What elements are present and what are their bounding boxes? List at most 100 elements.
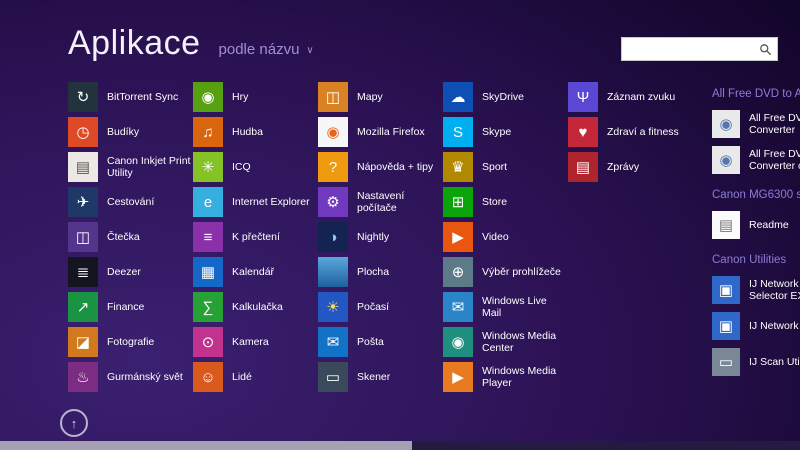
nastaveni-pocitace-icon: ⚙ [318, 187, 348, 217]
posta-icon: ✉ [318, 327, 348, 357]
right-panel: All Free DVD to AVI Converter◉All Free D… [712, 88, 800, 391]
app-item-pocasi[interactable]: ☀Počasí [318, 292, 443, 322]
mozilla-firefox-icon: ◉ [318, 117, 348, 147]
search-icon[interactable] [759, 43, 772, 56]
plocha-icon [318, 257, 348, 287]
app-label: All Free DVD to AVI Converter on the Web [749, 148, 800, 172]
app-item-windows-media-center[interactable]: ◉ Windows Media Center [443, 327, 568, 357]
video-icon: ▶ [443, 222, 473, 252]
app-label: SkyDrive [482, 91, 568, 103]
app-label: Mozilla Firefox [357, 126, 443, 138]
app-item-zpravy[interactable]: ▤Zprávy [568, 152, 693, 182]
app-item-all-free-dvd-to-avi-converter[interactable]: ◉All Free DVD to AVI Converter [712, 108, 800, 140]
app-item-ij-network-tool[interactable]: ▣IJ Network Tool [712, 310, 800, 342]
app-item-plocha[interactable]: Plocha [318, 257, 443, 287]
app-label: Nápověda + tipy [357, 161, 443, 173]
app-item-k-precteni[interactable]: ≡K přečtení [193, 222, 318, 252]
app-item-gurmansky-svet[interactable]: ♨Gurmánský svět [68, 362, 193, 392]
app-label: Cestování [107, 196, 193, 208]
app-column-5: ΨZáznam zvuku ♥Zdraví a fitness ▤Zprávy [568, 82, 693, 187]
horizontal-scrollbar[interactable] [0, 441, 800, 450]
scroll-up-button[interactable]: ↑ [60, 409, 88, 437]
budiky-icon: ◷ [68, 117, 98, 147]
app-item-vyber-prohlizece[interactable]: ⊕Výběr prohlížeče [443, 257, 568, 287]
app-label: ICQ [232, 161, 318, 173]
app-item-budiky[interactable]: ◷Budíky [68, 117, 193, 147]
app-label: Kamera [232, 336, 318, 348]
app-item-skydrive[interactable]: ☁ SkyDrive [443, 82, 568, 112]
app-label: Skener [357, 371, 443, 383]
all-free-dvd-to-avi-converter-icon: ◉ [712, 110, 740, 138]
app-label: Sport [482, 161, 568, 173]
app-item-store[interactable]: ⊞Store [443, 187, 568, 217]
app-item-kalendar[interactable]: ▦Kalendář [193, 257, 318, 287]
app-label: Pošta [357, 336, 443, 348]
app-item-bittorrent-sync[interactable]: ↻BitTorrent Sync [68, 82, 193, 112]
skener-icon: ▭ [318, 362, 348, 392]
app-item-zdravi-a-fitness[interactable]: ♥Zdraví a fitness [568, 117, 693, 147]
app-item-cestovani[interactable]: ✈Cestování [68, 187, 193, 217]
app-item-windows-live-mail[interactable]: ✉Windows Live Mail [443, 292, 568, 322]
app-item-hudba[interactable]: ♫Hudba [193, 117, 318, 147]
app-item-napoveda-tipy[interactable]: ?Nápověda + tipy [318, 152, 443, 182]
finance-icon: ↗ [68, 292, 98, 322]
app-item-posta[interactable]: ✉ Pošta [318, 327, 443, 357]
zpravy-icon: ▤ [568, 152, 598, 182]
app-item-mapy[interactable]: ◫Mapy [318, 82, 443, 112]
app-item-sport[interactable]: ♛Sport [443, 152, 568, 182]
ij-network-tool-icon: ▣ [712, 312, 740, 340]
zdravi-a-fitness-icon: ♥ [568, 117, 598, 147]
app-item-deezer[interactable]: ≣Deezer [68, 257, 193, 287]
app-label: Windows Media Center [482, 330, 568, 354]
app-label: IJ Scan Utility [749, 356, 800, 368]
search-box [621, 37, 778, 61]
app-item-nightly[interactable]: ◑Nightly [318, 222, 443, 252]
app-label: Nastavení počítače [357, 190, 443, 214]
app-label: IJ Network Scanner Selector EX [749, 278, 800, 302]
app-item-internet-explorer[interactable]: eInternet Explorer [193, 187, 318, 217]
app-item-ij-scan-utility[interactable]: ▭IJ Scan Utility [712, 346, 800, 378]
app-item-canon-inkjet-print-utility[interactable]: ▤Canon Inkjet Print Utility [68, 152, 193, 182]
kalkulacka-icon: ∑ [193, 292, 223, 322]
app-item-readme[interactable]: ▤Readme [712, 209, 800, 241]
app-label: Nightly [357, 231, 443, 243]
internet-explorer-icon: e [193, 187, 223, 217]
app-item-kamera[interactable]: ⊙Kamera [193, 327, 318, 357]
app-item-lide[interactable]: ☺Lidé [193, 362, 318, 392]
windows-media-center-icon: ◉ [443, 327, 473, 357]
app-item-mozilla-firefox[interactable]: ◉ Mozilla Firefox [318, 117, 443, 147]
page-header: Aplikace podle názvu ∨ [68, 24, 314, 63]
app-label: Výběr prohlížeče [482, 266, 568, 278]
app-item-icq[interactable]: ✳ ICQ [193, 152, 318, 182]
deezer-icon: ≣ [68, 257, 98, 287]
sort-dropdown[interactable]: podle názvu ∨ [219, 41, 314, 58]
kalendar-icon: ▦ [193, 257, 223, 287]
app-item-zaznam-zvuku[interactable]: ΨZáznam zvuku [568, 82, 693, 112]
app-item-all-free-dvd-to-avi-converter-on-the-web[interactable]: ◉All Free DVD to AVI Converter on the We… [712, 144, 800, 176]
app-item-skener[interactable]: ▭ Skener [318, 362, 443, 392]
app-item-ij-network-scanner-selector-ex[interactable]: ▣IJ Network Scanner Selector EX [712, 274, 800, 306]
icq-icon: ✳ [193, 152, 223, 182]
skydrive-icon: ☁ [443, 82, 473, 112]
app-item-hry[interactable]: ◉Hry [193, 82, 318, 112]
app-item-skype[interactable]: SSkype [443, 117, 568, 147]
windows-live-mail-icon: ✉ [443, 292, 473, 322]
app-label: Readme [749, 219, 800, 231]
app-label: Windows Media Player [482, 365, 568, 389]
app-item-kalkulacka[interactable]: ∑Kalkulačka [193, 292, 318, 322]
app-label: Gurmánský svět [107, 371, 193, 383]
app-item-video[interactable]: ▶Video [443, 222, 568, 252]
store-icon: ⊞ [443, 187, 473, 217]
app-item-ctecka[interactable]: ◫Čtečka [68, 222, 193, 252]
app-label: Mapy [357, 91, 443, 103]
app-item-finance[interactable]: ↗Finance [68, 292, 193, 322]
scrollbar-thumb[interactable] [0, 441, 412, 450]
app-item-windows-media-player[interactable]: ▶Windows Media Player [443, 362, 568, 392]
sort-label: podle názvu [219, 41, 300, 58]
app-column-1: ↻BitTorrent Sync ◷Budíky ▤Canon Inkjet Pri… [68, 82, 193, 397]
ctecka-icon: ◫ [68, 222, 98, 252]
app-item-fotografie[interactable]: ◪Fotografie [68, 327, 193, 357]
app-label: Canon Inkjet Print Utility [107, 155, 193, 179]
app-item-nastaveni-pocitace[interactable]: ⚙ Nastavení počítače [318, 187, 443, 217]
search-input[interactable] [622, 38, 759, 60]
